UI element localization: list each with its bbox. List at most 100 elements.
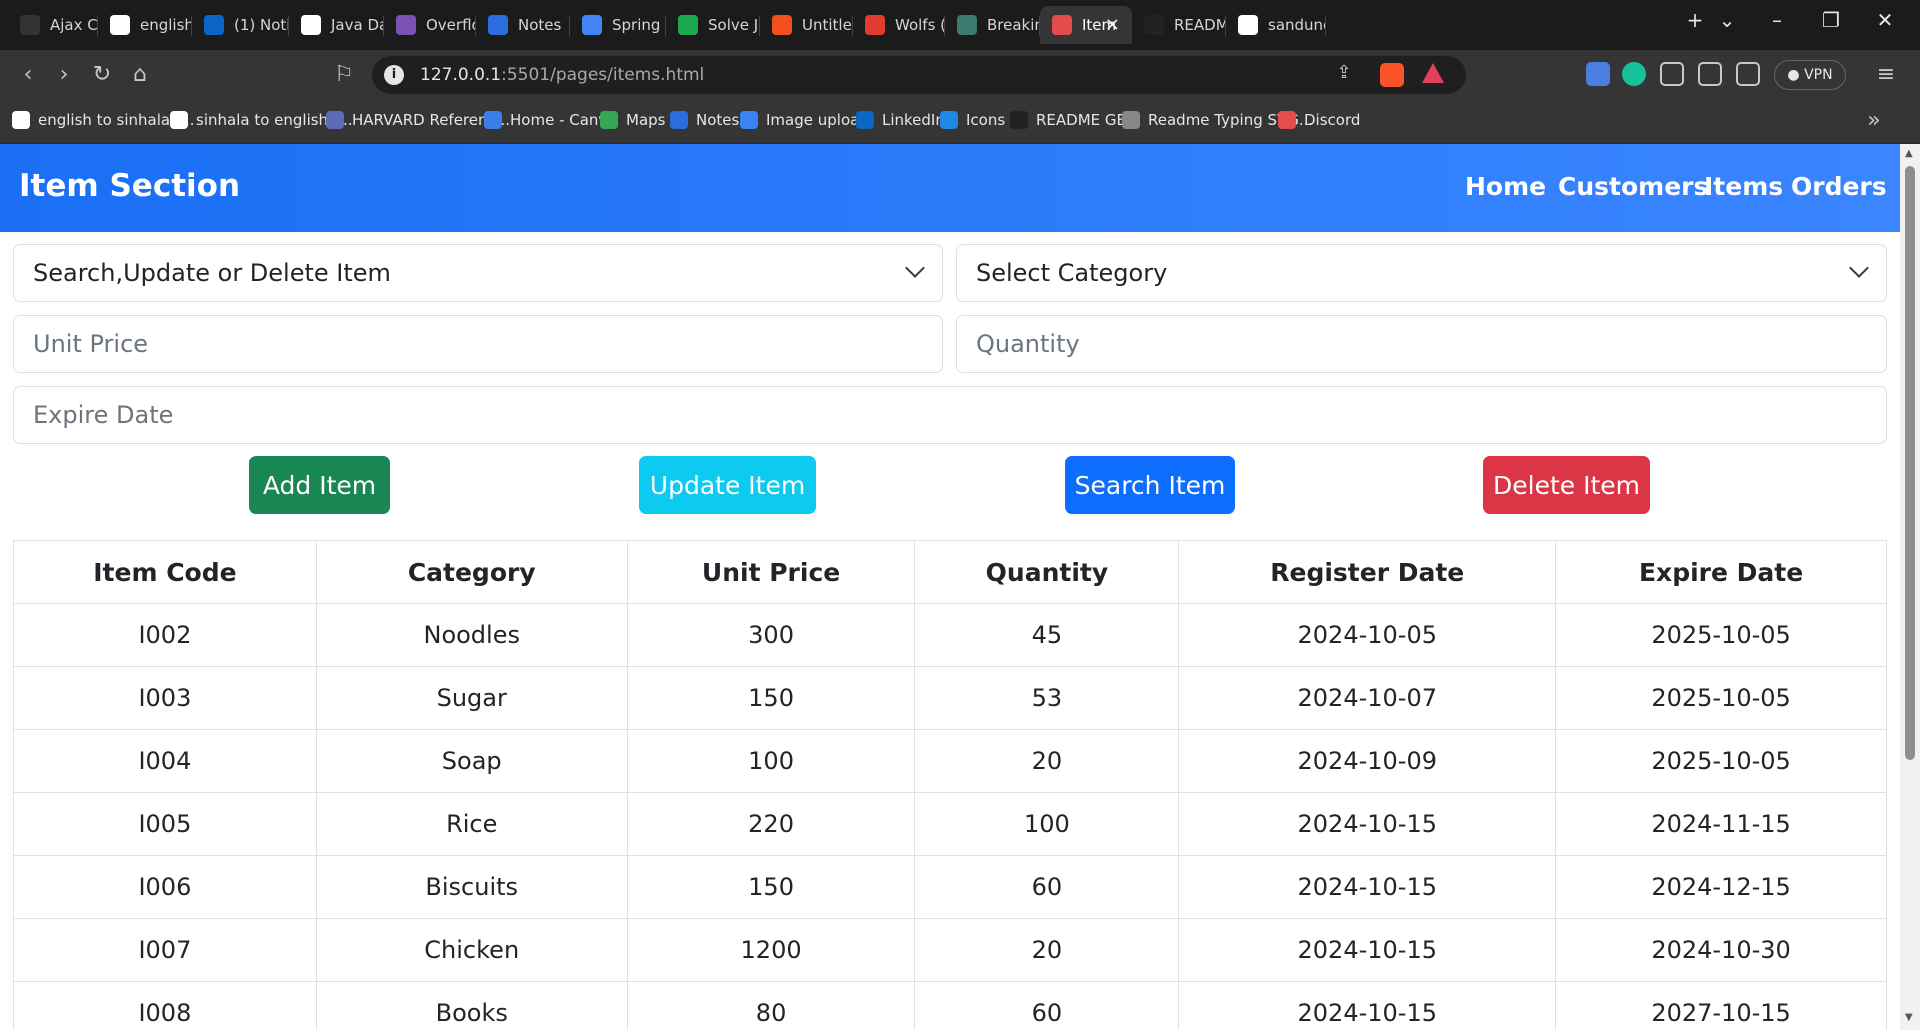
vpn-button[interactable]: ● VPN <box>1774 60 1846 90</box>
browser-tab[interactable]: READMI <box>1132 6 1226 44</box>
bookmark-item[interactable]: Discord <box>1278 111 1360 129</box>
delete-item-button[interactable]: Delete Item <box>1483 456 1650 514</box>
menu-icon[interactable]: ≡ <box>1872 62 1900 87</box>
expire-date-input[interactable]: Expire Date <box>13 386 1887 444</box>
tab-title: sandunc <box>1268 16 1326 34</box>
bookmark-icon[interactable]: ⚐ <box>330 62 358 87</box>
browser-tab[interactable]: Breakinc <box>945 6 1040 44</box>
bootstrap-icon <box>396 15 416 35</box>
scroll-up-icon[interactable]: ▲ <box>1905 148 1913 159</box>
table-cell: I008 <box>13 981 317 1030</box>
unit-price-input[interactable]: Unit Price <box>13 315 943 373</box>
brave-rewards-icon[interactable] <box>1422 63 1444 83</box>
browser-tab[interactable]: (1) Notif <box>192 6 289 44</box>
reload-icon[interactable]: ↻ <box>88 62 116 87</box>
bookmark-item[interactable]: Maps <box>600 111 665 129</box>
back-icon[interactable]: ‹ <box>14 62 42 87</box>
column-header: Category <box>315 540 628 604</box>
search-item-button[interactable]: Search Item <box>1065 456 1235 514</box>
bookmark-item[interactable]: Image upload <box>740 111 869 129</box>
table-row[interactable]: I003 Sugar 150 53 2024-10-07 2025-10-05 <box>13 666 1887 730</box>
item-search-select[interactable]: Search,Update or Delete Item <box>13 244 943 302</box>
browser-tab[interactable]: english <box>98 6 192 44</box>
table-cell: 2024-10-07 <box>1178 666 1557 730</box>
bookmark-item[interactable]: Notes <box>670 111 739 129</box>
table-row[interactable]: I008 Books 80 60 2024-10-15 2027-10-15 <box>13 981 1887 1030</box>
tab-title: Breakinc <box>987 16 1040 34</box>
close-tab-icon[interactable]: × <box>1105 14 1120 35</box>
url-field[interactable]: i 127.0.0.1:5501/pages/items.html ⇪ <box>372 56 1466 94</box>
tab-title: Ajax Cus <box>50 16 98 34</box>
scroll-down-icon[interactable]: ▼ <box>1905 1012 1913 1023</box>
browser-tab[interactable]: Solve Ja <box>666 6 760 44</box>
table-row[interactable]: I007 Chicken 1200 20 2024-10-15 2024-10-30 <box>13 918 1887 982</box>
bookmark-item[interactable]: Icons <box>940 111 1005 129</box>
navbar-brand[interactable]: Item Section <box>19 168 240 204</box>
home-icon[interactable]: ⌂ <box>126 62 154 87</box>
bookmark-label: Icons <box>966 111 1006 129</box>
browser-tab[interactable]: Notes <box>476 6 570 44</box>
tab-title: READMI <box>1174 16 1226 34</box>
browser-tab[interactable]: Overflov <box>384 6 476 44</box>
table-cell: 1200 <box>626 918 916 982</box>
tab-search-icon[interactable]: ⌄ <box>1712 8 1742 32</box>
tab-title: Overflov <box>426 16 476 34</box>
table-cell: 2024-12-15 <box>1555 855 1887 919</box>
table-row[interactable]: I006 Biscuits 150 60 2024-10-15 2024-12-15 <box>13 855 1887 919</box>
table-cell: 20 <box>914 918 1180 982</box>
top-navbar: Item Section Home Customers Items Orders <box>0 144 1900 232</box>
harvard-icon <box>326 111 344 129</box>
bookmark-item[interactable]: LinkedIn <box>856 111 945 129</box>
forward-icon[interactable]: › <box>50 62 78 87</box>
table-cell: 150 <box>626 666 916 730</box>
table-cell: 2024-10-30 <box>1555 918 1887 982</box>
table-cell: Noodles <box>315 603 628 667</box>
bookmark-item[interactable]: README GEN <box>1010 111 1137 129</box>
table-cell: 2024-10-15 <box>1178 792 1557 856</box>
table-row[interactable]: I005 Rice 220 100 2024-10-15 2024-11-15 <box>13 792 1887 856</box>
browser-tab[interactable]: Item × <box>1040 6 1132 44</box>
sidebar-icon[interactable] <box>1698 62 1722 86</box>
nav-link-orders[interactable]: Orders <box>1791 172 1887 201</box>
restore-icon[interactable]: ❐ <box>1816 8 1846 32</box>
column-header: Quantity <box>914 540 1180 604</box>
page-scrollbar[interactable]: ▲ ▼ <box>1900 144 1920 1030</box>
browser-tab[interactable]: Wolfs (2 <box>853 6 945 44</box>
quantity-input[interactable]: Quantity <box>956 315 1887 373</box>
close-window-icon[interactable]: ✕ <box>1870 8 1900 32</box>
table-header-row: Item Code Category Unit Price Quantity Regis… <box>13 540 1887 604</box>
browser-tab[interactable]: Untitled <box>760 6 853 44</box>
add-item-button[interactable]: Add Item <box>249 456 390 514</box>
table-row[interactable]: I002 Noodles 300 45 2024-10-05 2025-10-05 <box>13 603 1887 667</box>
nav-link-home[interactable]: Home <box>1465 172 1546 201</box>
site-info-icon[interactable]: i <box>384 65 404 85</box>
share-icon[interactable]: ⇪ <box>1330 62 1358 83</box>
bookmark-item[interactable]: english to sinhala -... <box>12 111 195 129</box>
table-cell: I004 <box>13 729 317 793</box>
browser-tab[interactable]: Java Dat <box>289 6 384 44</box>
browser-tab[interactable]: Ajax Cus <box>8 6 98 44</box>
bookmark-item[interactable]: Home - Canva <box>484 111 617 129</box>
browser-tab[interactable]: sandunc <box>1226 6 1326 44</box>
extensions-icon[interactable] <box>1660 62 1684 86</box>
add-tab-icon[interactable]: + <box>1680 8 1710 32</box>
browser-tab[interactable]: Spring <box>570 6 666 44</box>
table-cell: 2024-10-15 <box>1178 981 1557 1030</box>
bookmark-label: Discord <box>1304 111 1361 129</box>
table-cell: 2027-10-15 <box>1555 981 1887 1030</box>
update-item-button[interactable]: Update Item <box>639 456 816 514</box>
nav-link-customers[interactable]: Customers <box>1558 172 1708 201</box>
minimize-icon[interactable]: – <box>1762 8 1792 32</box>
wallet-icon[interactable] <box>1736 62 1760 86</box>
bookmark-label: Notes <box>696 111 740 129</box>
grammarly-icon[interactable] <box>1622 62 1646 86</box>
translate-icon[interactable] <box>1586 62 1610 86</box>
category-select[interactable]: Select Category <box>956 244 1887 302</box>
table-row[interactable]: I004 Soap 100 20 2024-10-09 2025-10-05 <box>13 729 1887 793</box>
scrollbar-thumb[interactable] <box>1905 166 1915 760</box>
brave-shield-icon[interactable] <box>1380 63 1404 87</box>
more-bookmarks-icon[interactable]: » <box>1860 108 1888 133</box>
nav-link-items[interactable]: Items <box>1704 172 1783 201</box>
table-cell: 100 <box>914 792 1180 856</box>
bookmark-item[interactable]: HARVARD Referenc... <box>326 111 510 129</box>
